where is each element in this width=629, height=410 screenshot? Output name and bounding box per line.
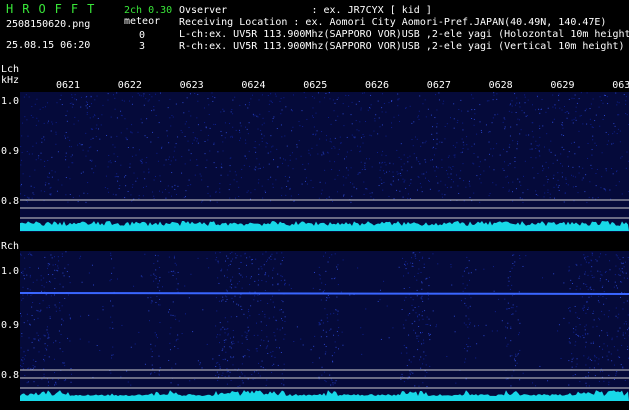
lch-level-trace — [20, 221, 629, 231]
rch-level-trace — [20, 390, 629, 401]
spectrogram-overlay — [19, 92, 629, 401]
rch-signal-line — [19, 292, 629, 295]
